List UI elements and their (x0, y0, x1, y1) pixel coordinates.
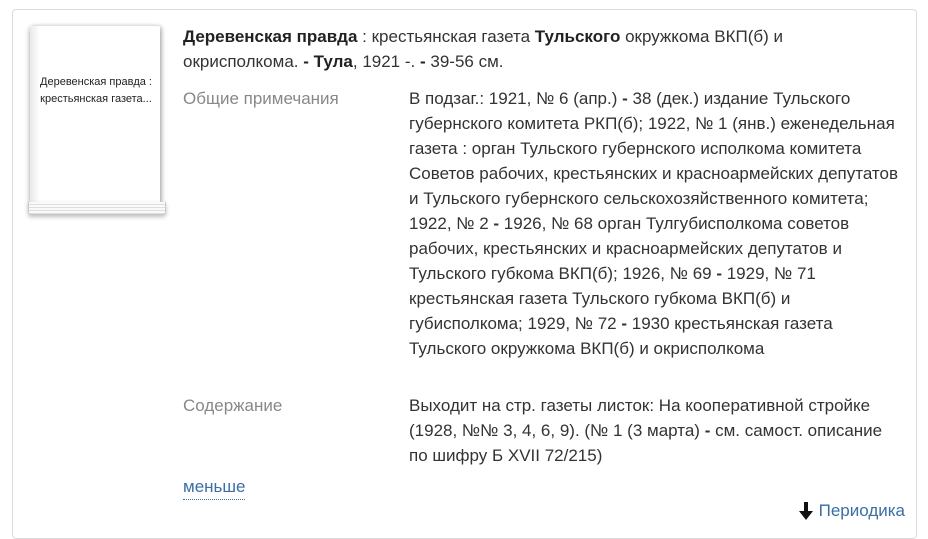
text-segment: : крестьянская газета (357, 27, 535, 46)
text-segment: , 1921 -. (352, 52, 420, 71)
record-title: Деревенская правда : крестьянская газета… (183, 24, 883, 74)
book-cover-front (30, 26, 160, 204)
text-emphasis: Тульского (534, 27, 621, 46)
text-segment: 39-56 см. (425, 52, 504, 71)
book-cover-pages (28, 202, 166, 215)
text-segment: 38 (дек.) издание Тульского губернского … (409, 89, 898, 233)
contents-label: Содержание (183, 396, 283, 415)
book-cover-thumbnail[interactable]: Деревенская правда : крестьянская газета… (26, 26, 166, 216)
notes-value: В подзаг.: 1921, № 6 (апр.) - 38 (дек.) … (409, 86, 899, 361)
text-emphasis: Деревенская правда (183, 27, 358, 46)
text-segment: В подзаг.: 1921, № 6 (апр.) (409, 89, 623, 108)
notes-label: Общие примечания (183, 89, 339, 108)
book-cover-title: Деревенская правда : крестьянская газета… (40, 76, 152, 105)
category-tag: Периодика (798, 498, 905, 523)
arrow-down-icon (798, 501, 813, 520)
category-link-periodicals[interactable]: Периодика (819, 498, 905, 523)
show-less-link[interactable]: меньше (183, 474, 246, 500)
contents-value: Выходит на стр. газеты листок: На коопер… (409, 393, 899, 468)
text-emphasis: Тула (313, 52, 353, 71)
